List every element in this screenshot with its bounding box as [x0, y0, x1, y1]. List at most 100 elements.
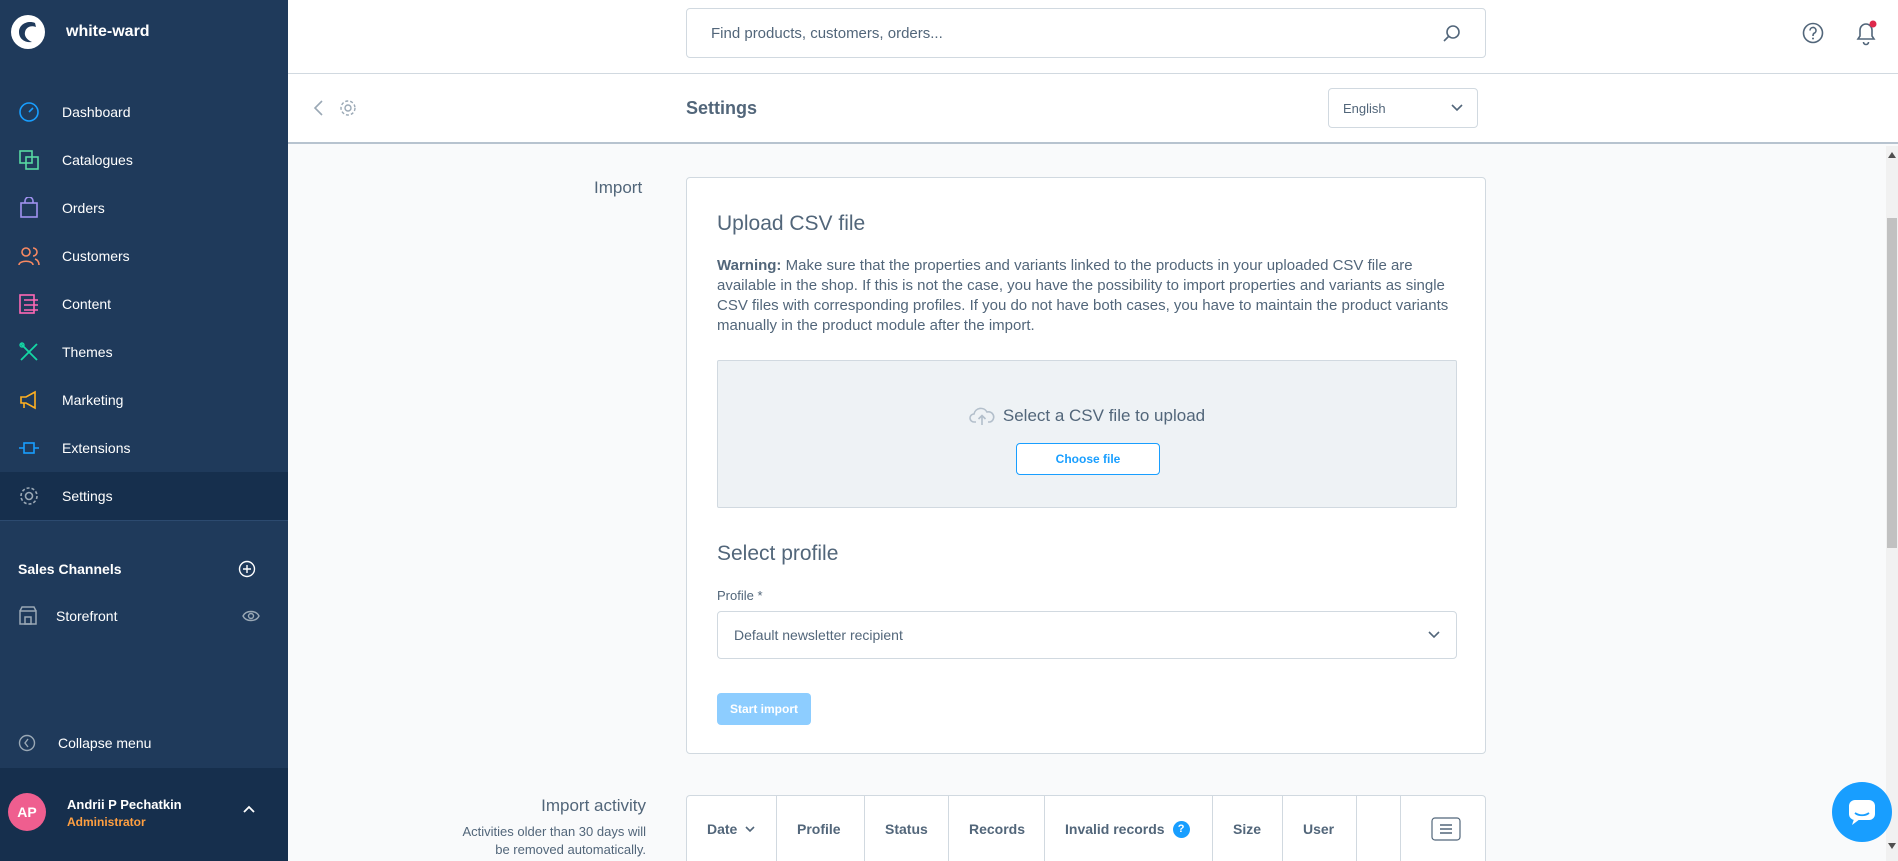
dropzone-text: Select a CSV file to upload: [1002, 406, 1206, 425]
chat-button[interactable]: [1832, 782, 1892, 842]
add-sales-channel-icon[interactable]: [238, 560, 256, 578]
customers-icon: [18, 247, 40, 266]
sidebar-item-customers[interactable]: Customers: [0, 232, 288, 280]
column-header-label: Size: [1233, 821, 1262, 837]
sidebar-item-label: Settings: [62, 488, 113, 504]
column-header-label: User: [1303, 821, 1335, 837]
collapse-icon: [18, 734, 36, 752]
sidebar-item-label: Orders: [62, 200, 105, 216]
marketing-icon: [20, 390, 36, 410]
avatar[interactable]: AP: [8, 793, 46, 831]
scrollbar-thumb[interactable]: [1887, 218, 1897, 548]
notification-bell-icon[interactable]: [1854, 20, 1878, 46]
chevron-down-icon: [1428, 631, 1440, 639]
sidebar-item-label: Marketing: [62, 392, 124, 408]
column-header-size[interactable]: Size: [1213, 796, 1283, 861]
sidebar-item-marketing[interactable]: Marketing: [0, 376, 288, 424]
choose-file-button[interactable]: Choose file: [1016, 443, 1160, 475]
sidebar-item-label: Dashboard: [62, 104, 131, 120]
search-input[interactable]: [711, 24, 1443, 42]
sales-channel-label: Storefront: [56, 608, 118, 624]
sidebar-item-label: Customers: [62, 248, 130, 264]
sidebar-item-orders[interactable]: Orders: [0, 184, 288, 232]
sidebar-item-label: Themes: [62, 344, 113, 360]
sidebar-divider: [0, 520, 288, 521]
column-header-label: Invalid records: [1065, 821, 1165, 837]
brand-name: white-ward: [66, 23, 150, 40]
user-role: Administrator: [67, 815, 146, 829]
sales-channels-header: Sales Channels: [18, 560, 256, 578]
warning-label: Warning:: [717, 257, 782, 274]
sidebar: white-ward Dashboard Catalogues Orders C…: [0, 0, 288, 861]
orders-icon: [20, 197, 38, 218]
import-section-label: Import: [594, 178, 643, 197]
sidebar-item-extensions[interactable]: Extensions: [0, 424, 288, 472]
column-header-label: Date: [707, 821, 738, 837]
scroll-up-arrow-icon[interactable]: [1888, 152, 1896, 158]
import-card: Upload CSV file Warning: Make sure that …: [686, 177, 1486, 754]
sidebar-item-label: Extensions: [62, 440, 131, 456]
scroll-down-arrow-icon[interactable]: [1888, 843, 1896, 849]
dashboard-icon: [19, 102, 39, 122]
dropzone-prompt: Select a CSV file to upload: [718, 405, 1456, 427]
collapse-menu-button[interactable]: Collapse menu: [18, 734, 151, 752]
language-select[interactable]: English: [1328, 88, 1478, 128]
select-profile-title: Select profile: [717, 542, 839, 565]
brand[interactable]: white-ward: [10, 12, 150, 52]
main-nav: Dashboard Catalogues Orders Customers Co…: [0, 88, 288, 520]
sales-channel-storefront[interactable]: Storefront: [18, 604, 260, 628]
back-arrow-icon[interactable]: [312, 98, 326, 118]
sidebar-item-label: Content: [62, 296, 112, 312]
sidebar-item-settings[interactable]: Settings: [0, 472, 288, 520]
search-bar[interactable]: [686, 8, 1486, 58]
sidebar-item-themes[interactable]: Themes: [0, 328, 288, 376]
help-badge-icon[interactable]: ?: [1172, 820, 1190, 838]
column-header-records[interactable]: Records: [949, 796, 1045, 861]
storefront-icon: [19, 606, 37, 625]
warning-body: Make sure that the properties and varian…: [717, 257, 1449, 334]
settings-icon: [20, 487, 38, 505]
sidebar-item-dashboard[interactable]: Dashboard: [0, 88, 288, 136]
sidebar-item-catalogues[interactable]: Catalogues: [0, 136, 288, 184]
csv-dropzone[interactable]: Select a CSV file to upload Choose file: [717, 360, 1457, 508]
chevron-up-icon[interactable]: [242, 804, 256, 814]
smart-bar: Settings English: [288, 74, 1898, 144]
column-header-label: Status: [885, 821, 928, 837]
shopware-logo-icon: [11, 15, 45, 49]
import-activity-title: Import activity: [541, 796, 646, 815]
eye-icon[interactable]: [242, 609, 260, 623]
sales-channels-title: Sales Channels: [18, 561, 122, 577]
profile-field-label: Profile *: [717, 588, 763, 603]
search-icon[interactable]: [1443, 24, 1461, 42]
column-header-label: Records: [969, 821, 1026, 837]
warning-text: Warning: Make sure that the properties a…: [717, 256, 1457, 336]
start-import-button[interactable]: Start import: [717, 693, 811, 725]
gear-icon: [340, 100, 356, 116]
language-value: English: [1343, 100, 1386, 116]
sidebar-item-label: Catalogues: [62, 152, 133, 168]
import-activity-table: Date Profile Status Records Invalid reco…: [686, 795, 1486, 861]
profile-select[interactable]: Default newsletter recipient: [717, 611, 1457, 659]
user-name: Andrii P Pechatkin: [67, 797, 182, 812]
upload-cloud-icon: [969, 407, 995, 425]
column-settings[interactable]: [1401, 796, 1485, 861]
column-header-date[interactable]: Date: [687, 796, 777, 861]
column-header-user[interactable]: User: [1283, 796, 1357, 861]
catalogues-icon: [19, 150, 39, 170]
column-settings-icon[interactable]: [1431, 817, 1461, 841]
topbar: [288, 0, 1898, 74]
column-header-invalid-records[interactable]: Invalid records ?: [1045, 796, 1213, 861]
sort-chevron-down-icon: [745, 825, 755, 832]
profile-value: Default newsletter recipient: [734, 627, 903, 643]
content-icon: [19, 294, 38, 314]
themes-icon: [19, 342, 38, 361]
column-header-label: Profile: [797, 821, 841, 837]
help-icon[interactable]: [1802, 22, 1824, 44]
sidebar-item-content[interactable]: Content: [0, 280, 288, 328]
column-header-actions: [1357, 796, 1401, 861]
import-activity-note: Activities older than 30 days will be re…: [462, 824, 646, 857]
column-header-status[interactable]: Status: [865, 796, 949, 861]
collapse-menu-label: Collapse menu: [58, 735, 152, 751]
upload-card-title: Upload CSV file: [717, 212, 866, 235]
column-header-profile[interactable]: Profile: [777, 796, 865, 861]
